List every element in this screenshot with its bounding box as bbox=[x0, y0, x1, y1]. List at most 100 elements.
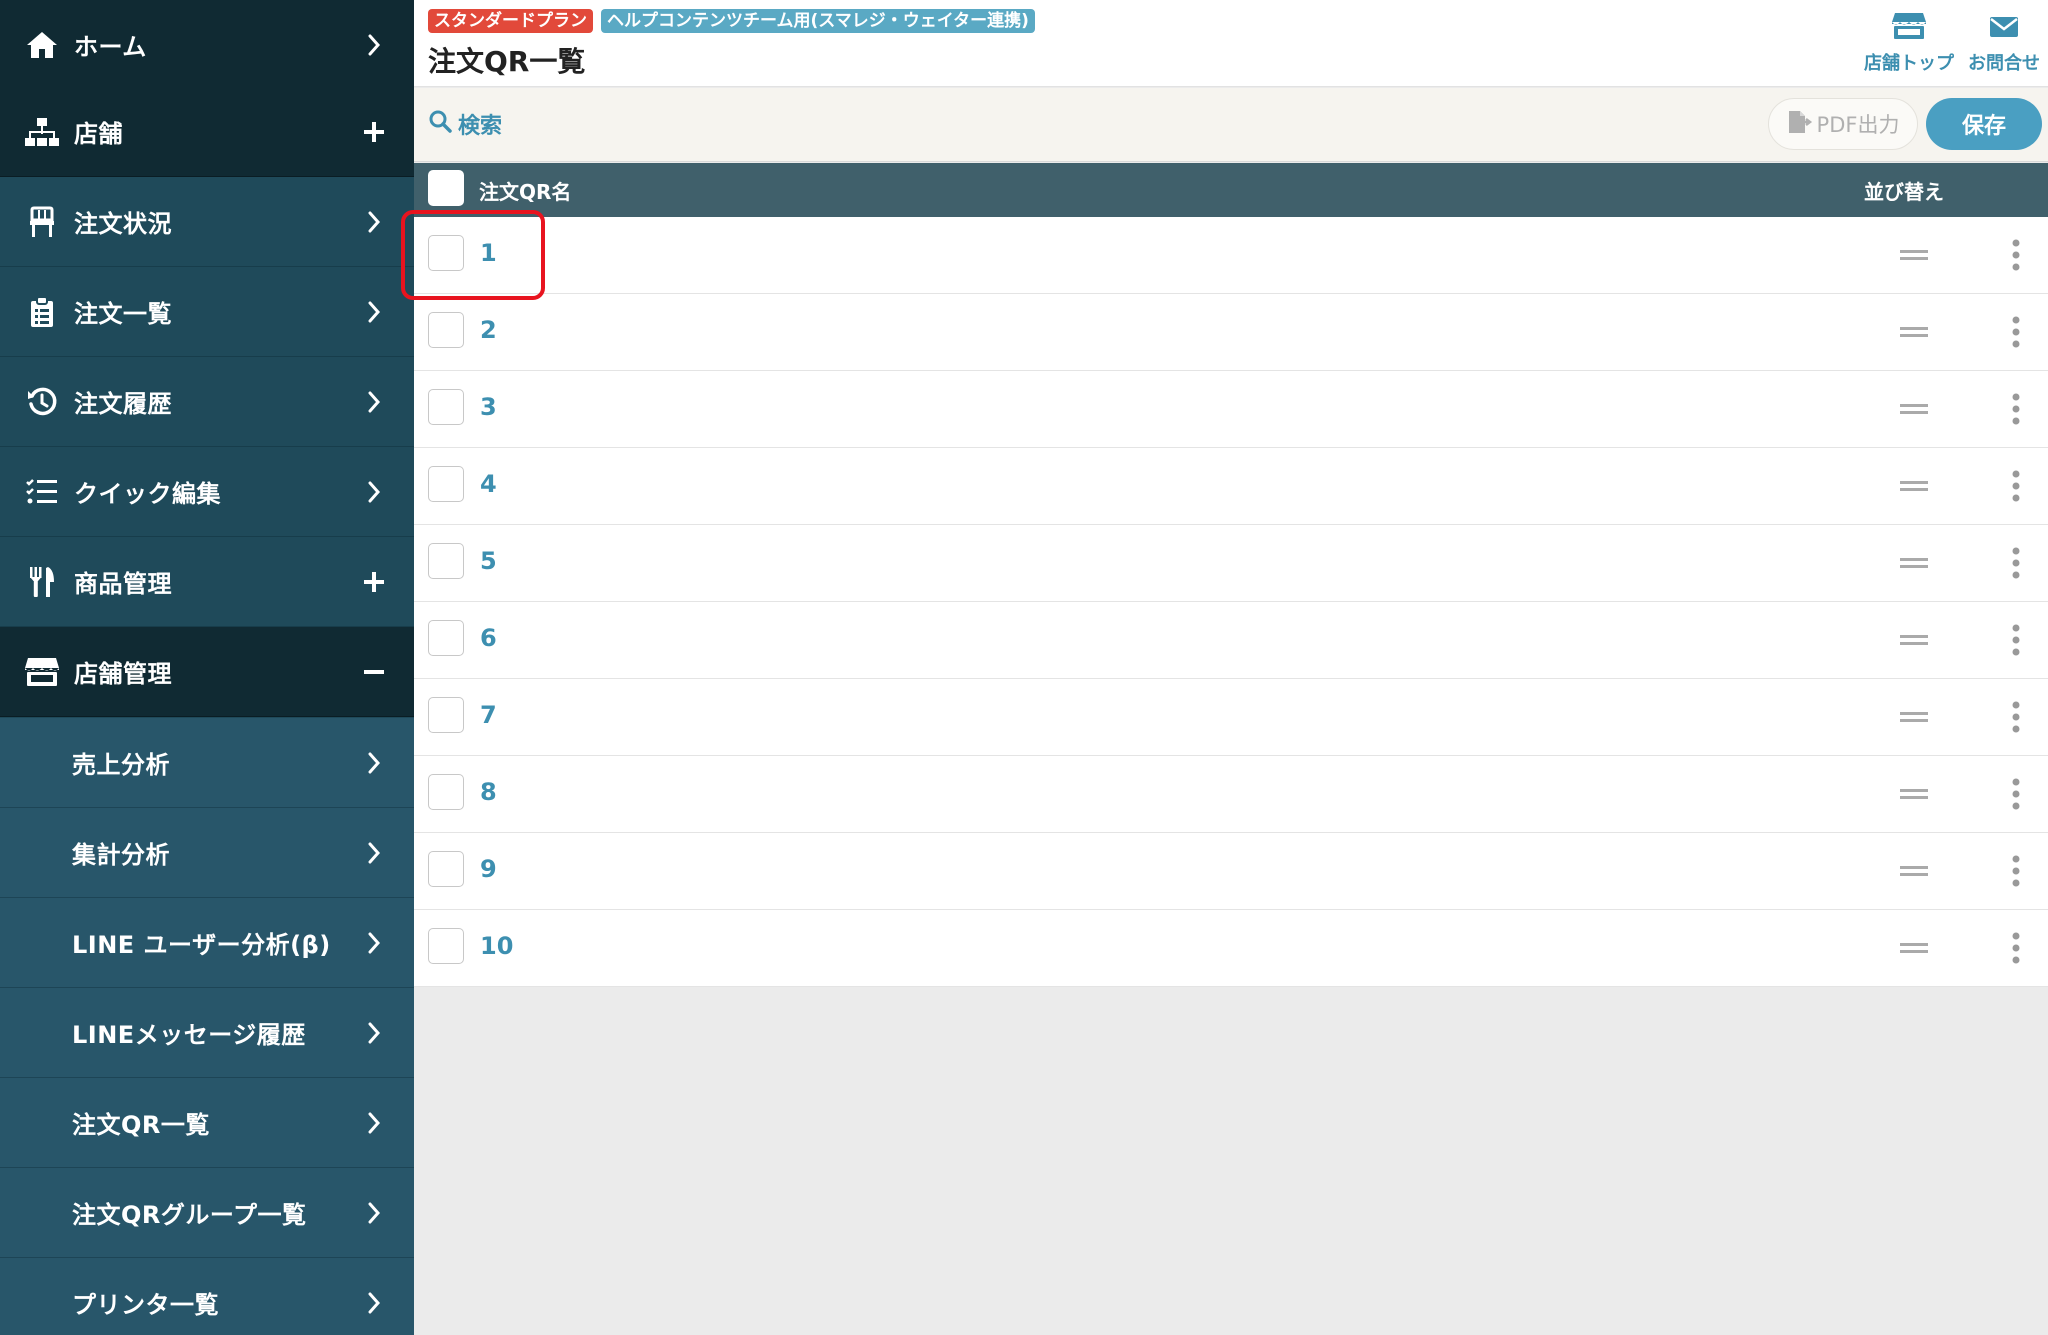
chevron-right-icon bbox=[354, 1103, 394, 1143]
drag-handle-icon[interactable] bbox=[1886, 399, 1942, 419]
row-checkbox[interactable] bbox=[428, 389, 464, 425]
row-checkbox[interactable] bbox=[428, 774, 464, 810]
row-checkbox[interactable] bbox=[428, 620, 464, 656]
sidebar-item-order-status[interactable]: 注文状況 bbox=[0, 177, 414, 267]
sidebar-item-line-user-analysis[interactable]: LINE ユーザー分析(β) bbox=[0, 898, 414, 988]
table-row: 4 bbox=[414, 448, 2048, 525]
drag-handle-icon[interactable] bbox=[1886, 245, 1942, 265]
qr-name-link[interactable]: 3 bbox=[480, 393, 497, 421]
chevron-right-icon bbox=[354, 382, 394, 422]
more-options-icon[interactable] bbox=[2006, 699, 2026, 735]
sidebar-item-order-qr-list[interactable]: 注文QR一覧 bbox=[0, 1078, 414, 1168]
search-label: 検索 bbox=[458, 114, 503, 139]
qr-name-link[interactable]: 2 bbox=[480, 316, 497, 344]
sidebar-item-order-history[interactable]: 注文履歴 bbox=[0, 357, 414, 447]
list-check-icon bbox=[20, 470, 64, 514]
page-header: スタンダードプラン ヘルプコンテンツチーム用(スマレジ・ウェイター連携) 注文Q… bbox=[414, 0, 2048, 87]
save-button[interactable]: 保存 bbox=[1926, 98, 2042, 150]
sidebar-item-store-management[interactable]: 店舗管理 bbox=[0, 627, 414, 717]
pdf-export-button[interactable]: PDF出力 bbox=[1768, 98, 1918, 150]
more-options-icon[interactable] bbox=[2006, 468, 2026, 504]
sidebar-item-order-qr-group-list[interactable]: 注文QRグループ一覧 bbox=[0, 1168, 414, 1258]
store-icon bbox=[20, 650, 64, 694]
chevron-right-icon bbox=[354, 743, 394, 783]
sitemap-icon bbox=[20, 110, 64, 154]
row-checkbox[interactable] bbox=[428, 466, 464, 502]
more-options-icon[interactable] bbox=[2006, 545, 2026, 581]
chevron-right-icon bbox=[354, 292, 394, 332]
search-toggle[interactable]: 検索 bbox=[428, 108, 502, 140]
more-options-icon[interactable] bbox=[2006, 314, 2026, 350]
row-checkbox[interactable] bbox=[428, 312, 464, 348]
sidebar-item-label: 店舗管理 bbox=[74, 660, 172, 688]
store-top-link[interactable]: 店舗トップ bbox=[1864, 12, 1954, 75]
row-checkbox[interactable] bbox=[428, 851, 464, 887]
more-options-icon[interactable] bbox=[2006, 622, 2026, 658]
toolbar: 検索 PDF出力 保存 bbox=[414, 88, 2048, 162]
qr-name-link[interactable]: 1 bbox=[480, 239, 497, 267]
qr-name-link[interactable]: 7 bbox=[480, 701, 497, 729]
sidebar-item-label: LINEメッセージ履歴 bbox=[72, 1021, 306, 1049]
drag-handle-icon[interactable] bbox=[1886, 476, 1942, 496]
row-checkbox[interactable] bbox=[428, 928, 464, 964]
select-all-checkbox[interactable] bbox=[428, 170, 464, 206]
sidebar-item-aggregate-analysis[interactable]: 集計分析 bbox=[0, 808, 414, 898]
file-export-icon bbox=[1787, 110, 1817, 139]
sidebar-item-sales-analysis[interactable]: 売上分析 bbox=[0, 718, 414, 808]
row-checkbox[interactable] bbox=[428, 235, 464, 271]
drag-handle-icon[interactable] bbox=[1886, 707, 1942, 727]
sidebar-item-store[interactable]: 店舗 bbox=[0, 87, 414, 177]
chevron-right-icon bbox=[354, 202, 394, 242]
drag-handle-icon[interactable] bbox=[1886, 322, 1942, 342]
column-header-name: 注文QR名 bbox=[479, 180, 572, 204]
sidebar-item-label: 集計分析 bbox=[72, 841, 170, 869]
more-options-icon[interactable] bbox=[2006, 853, 2026, 889]
contact-link[interactable]: お問合せ bbox=[1968, 12, 2040, 75]
qr-name-link[interactable]: 8 bbox=[480, 778, 497, 806]
chair-icon bbox=[20, 200, 64, 244]
sidebar-item-label: 売上分析 bbox=[72, 751, 170, 779]
store-top-label: 店舗トップ bbox=[1864, 53, 1954, 74]
qr-name-link[interactable]: 5 bbox=[480, 547, 497, 575]
sidebar-item-label: 店舗 bbox=[74, 120, 123, 148]
qr-name-link[interactable]: 9 bbox=[480, 855, 497, 883]
history-icon bbox=[20, 380, 64, 424]
sidebar-item-label: 注文状況 bbox=[74, 210, 172, 238]
sidebar-item-line-message-history[interactable]: LINEメッセージ履歴 bbox=[0, 988, 414, 1078]
sidebar-item-product-management[interactable]: 商品管理 bbox=[0, 537, 414, 627]
sidebar-item-order-list[interactable]: 注文一覧 bbox=[0, 267, 414, 357]
row-checkbox[interactable] bbox=[428, 697, 464, 733]
sidebar-item-home[interactable]: ホーム bbox=[0, 0, 414, 90]
table-row: 6 bbox=[414, 602, 2048, 679]
more-options-icon[interactable] bbox=[2006, 776, 2026, 812]
more-options-icon[interactable] bbox=[2006, 391, 2026, 427]
chevron-right-icon bbox=[354, 923, 394, 963]
more-options-icon[interactable] bbox=[2006, 237, 2026, 273]
sidebar-item-label: 注文QRグループ一覧 bbox=[72, 1201, 307, 1229]
plus-icon bbox=[354, 562, 394, 602]
qr-name-link[interactable]: 6 bbox=[480, 624, 497, 652]
sidebar-item-label: プリンタ一覧 bbox=[72, 1291, 219, 1319]
more-options-icon[interactable] bbox=[2006, 930, 2026, 966]
drag-handle-icon[interactable] bbox=[1886, 861, 1942, 881]
table-header: 注文QR名 並び替え bbox=[414, 163, 2048, 217]
sidebar-item-label: 注文一覧 bbox=[74, 300, 172, 328]
row-checkbox[interactable] bbox=[428, 543, 464, 579]
table-row: 3 bbox=[414, 371, 2048, 448]
pdf-export-label: PDF出力 bbox=[1816, 113, 1900, 137]
table-row: 5 bbox=[414, 525, 2048, 602]
store-name-badge: ヘルプコンテンツチーム用(スマレジ・ウェイター連携) bbox=[601, 9, 1035, 33]
drag-handle-icon[interactable] bbox=[1886, 553, 1942, 573]
sidebar-item-quick-edit[interactable]: クイック編集 bbox=[0, 447, 414, 537]
qr-name-link[interactable]: 10 bbox=[480, 932, 513, 960]
drag-handle-icon[interactable] bbox=[1886, 630, 1942, 650]
minus-icon bbox=[354, 652, 394, 692]
utensils-icon bbox=[20, 560, 64, 604]
qr-name-link[interactable]: 4 bbox=[480, 470, 497, 498]
chevron-right-icon bbox=[354, 25, 394, 65]
clipboard-icon bbox=[20, 290, 64, 334]
sidebar-item-printer-list[interactable]: プリンタ一覧 bbox=[0, 1258, 414, 1335]
drag-handle-icon[interactable] bbox=[1886, 784, 1942, 804]
drag-handle-icon[interactable] bbox=[1886, 938, 1942, 958]
plus-icon bbox=[354, 112, 394, 152]
